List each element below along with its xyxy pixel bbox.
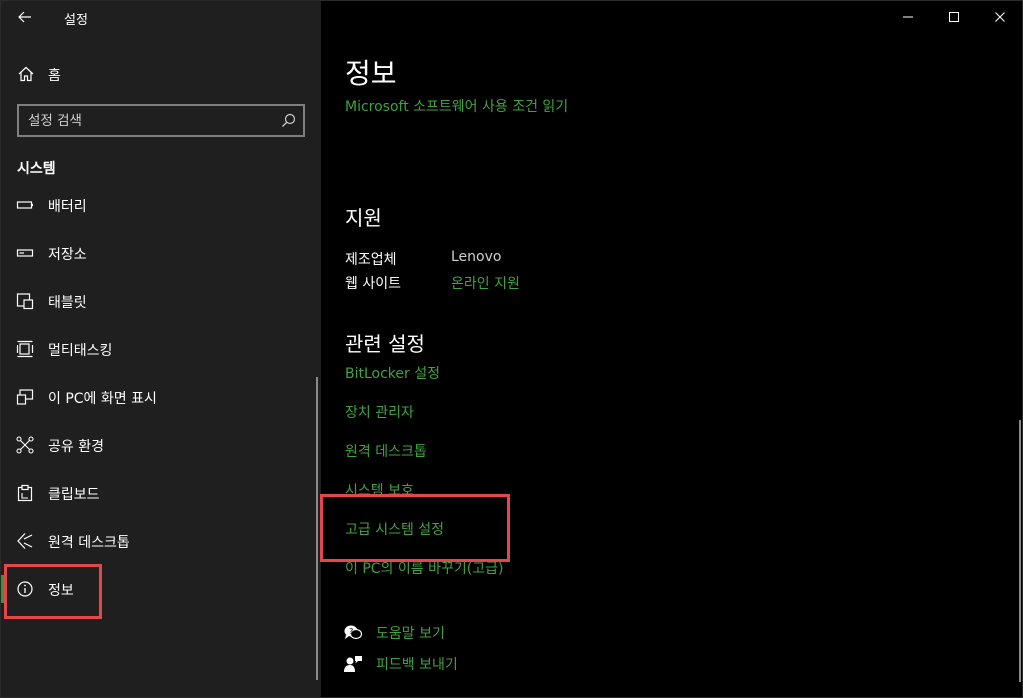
sidebar-item-shared-experiences[interactable]: 공유 환경: [0, 425, 316, 465]
manufacturer-value: Lenovo: [451, 249, 502, 265]
battery-icon: [16, 201, 33, 209]
minimize-icon: [903, 16, 913, 18]
related-settings-heading: 관련 설정: [345, 332, 425, 356]
remote-desktop-icon: [17, 533, 33, 549]
sidebar-item-label: 홈: [48, 68, 61, 84]
info-icon: [17, 581, 33, 597]
sidebar-item-label: 배터리: [48, 199, 87, 215]
sidebar-item-remote-desktop[interactable]: 원격 데스크톱: [0, 521, 316, 561]
remote-desktop-link[interactable]: 원격 데스크톱: [345, 441, 427, 461]
get-help-row[interactable]: ? 도움말 보기: [343, 622, 445, 644]
online-support-link[interactable]: 온라인 지원: [451, 273, 520, 293]
window-controls: [885, 0, 1023, 34]
sidebar: 설정 홈 시스템 배터리 저장소 태블릿 멀티태스킹 이 PC에 화면 표시 공…: [0, 0, 321, 698]
back-arrow-icon: [18, 11, 31, 23]
storage-icon: [16, 249, 34, 257]
bitlocker-settings-link[interactable]: BitLocker 설정: [345, 363, 440, 383]
support-heading: 지원: [345, 206, 382, 230]
multitasking-icon: [16, 340, 34, 358]
sidebar-item-label: 클립보드: [48, 487, 100, 503]
main-content: 정보 Microsoft 소프트웨어 사용 조건 읽기 지원 제조업체 Leno…: [321, 0, 1023, 698]
maximize-button[interactable]: [931, 0, 977, 34]
sidebar-item-label: 저장소: [48, 247, 87, 263]
rename-pc-advanced-link[interactable]: 이 PC의 이름 바꾸기(고급): [345, 558, 503, 578]
maximize-icon: [949, 12, 959, 22]
sidebar-item-label: 원격 데스크톱: [48, 535, 130, 551]
website-label: 웹 사이트: [345, 276, 401, 292]
section-title: 시스템: [17, 161, 56, 177]
app-title: 설정: [64, 13, 88, 28]
sidebar-item-storage[interactable]: 저장소: [0, 233, 316, 273]
device-manager-link[interactable]: 장치 관리자: [345, 402, 414, 422]
help-chat-icon: ?: [344, 625, 363, 640]
get-help-link[interactable]: 도움말 보기: [376, 623, 445, 643]
close-icon: [995, 12, 1005, 22]
page-title: 정보: [345, 57, 397, 90]
feedback-icon: [344, 656, 362, 672]
close-button[interactable]: [977, 0, 1023, 34]
sidebar-item-label: 정보: [48, 583, 74, 599]
minimize-button[interactable]: [885, 0, 931, 34]
sidebar-item-battery[interactable]: 배터리: [0, 185, 316, 225]
search-input[interactable]: [28, 111, 268, 131]
shared-experiences-icon: [16, 436, 34, 454]
sidebar-item-about[interactable]: 정보: [0, 569, 316, 609]
svg-text:?: ?: [349, 627, 353, 636]
sidebar-item-label: 이 PC에 화면 표시: [48, 391, 157, 407]
search-box: [17, 104, 305, 137]
sidebar-item-label: 공유 환경: [48, 439, 104, 455]
sidebar-item-home[interactable]: 홈: [0, 56, 321, 92]
sidebar-item-multitasking[interactable]: 멀티태스킹: [0, 329, 316, 369]
sidebar-item-clipboard[interactable]: 클립보드: [0, 473, 316, 513]
feedback-row[interactable]: 피드백 보내기: [343, 653, 458, 675]
search-icon[interactable]: [281, 113, 296, 128]
main-scrollbar[interactable]: [1019, 420, 1021, 682]
home-icon: [18, 66, 34, 82]
sidebar-item-project-to-pc[interactable]: 이 PC에 화면 표시: [0, 377, 316, 417]
feedback-link[interactable]: 피드백 보내기: [376, 654, 458, 674]
system-protection-link[interactable]: 시스템 보호: [345, 480, 414, 500]
back-button[interactable]: [12, 5, 38, 29]
ms-terms-link[interactable]: Microsoft 소프트웨어 사용 조건 읽기: [345, 96, 568, 116]
title-bar: 설정: [0, 0, 321, 34]
clipboard-icon: [17, 484, 33, 502]
sidebar-scrollbar[interactable]: [316, 377, 318, 680]
sidebar-item-tablet[interactable]: 태블릿: [0, 281, 316, 321]
sidebar-item-label: 멀티태스킹: [48, 343, 113, 359]
selection-indicator: [0, 575, 5, 603]
project-icon: [16, 389, 34, 405]
sidebar-item-label: 태블릿: [48, 295, 87, 311]
advanced-system-settings-link[interactable]: 고급 시스템 설정: [345, 519, 444, 539]
tablet-icon: [16, 293, 34, 310]
manufacturer-label: 제조업체: [345, 252, 397, 268]
